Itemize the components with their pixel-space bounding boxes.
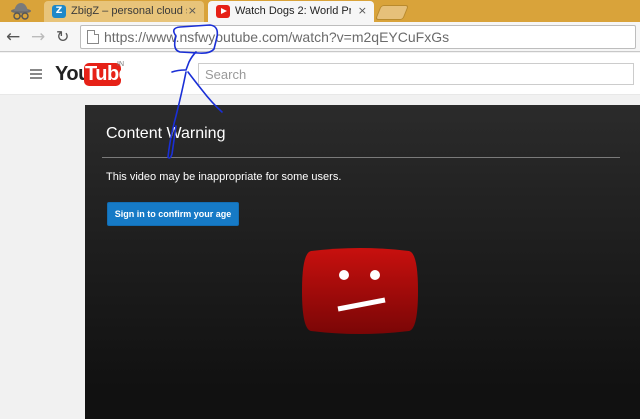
sign-in-confirm-age-button[interactable]: Sign in to confirm your age <box>107 202 239 226</box>
tab-title: Watch Dogs 2: World Premiere <box>235 5 351 17</box>
search-input[interactable] <box>198 63 634 85</box>
page-icon <box>87 30 99 44</box>
youtube-page: You Tube Content Warning This video may … <box>0 53 640 419</box>
content-warning-title: Content Warning <box>106 125 226 142</box>
browser-toolbar: ← → ↻ https://www.nsfwyoutube.com/watch?… <box>0 22 640 52</box>
youtube-play-icon <box>216 5 230 18</box>
sad-youtube-icon <box>302 248 418 334</box>
new-tab-button[interactable] <box>374 5 410 20</box>
forward-arrow-icon[interactable]: → <box>31 27 45 47</box>
divider <box>102 157 620 158</box>
reload-icon[interactable]: ↻ <box>56 27 69 47</box>
browser-tab-strip: Z ZbigZ – personal cloud storage × Watch… <box>0 0 640 22</box>
close-tab-icon[interactable]: × <box>358 4 367 18</box>
close-tab-icon[interactable]: × <box>188 4 197 18</box>
tab-zbigz[interactable]: Z ZbigZ – personal cloud storage × <box>44 1 204 22</box>
address-url[interactable]: https://www.nsfwyoutube.com/watch?v=m2qE… <box>104 29 449 46</box>
youtube-masthead: You Tube <box>0 53 640 95</box>
tab-youtube[interactable]: Watch Dogs 2: World Premiere × <box>208 1 374 22</box>
incognito-icon <box>11 3 31 20</box>
logo-country-code: IN <box>117 61 124 68</box>
video-player: Content Warning This video may be inappr… <box>85 105 640 419</box>
back-arrow-icon[interactable]: ← <box>6 27 20 47</box>
hamburger-menu-icon[interactable] <box>30 69 42 79</box>
content-warning-message: This video may be inappropriate for some… <box>106 171 342 183</box>
address-bar[interactable]: https://www.nsfwyoutube.com/watch?v=m2qE… <box>80 25 636 49</box>
tab-title: ZbigZ – personal cloud storage <box>71 5 187 17</box>
zbigz-icon: Z <box>52 5 66 18</box>
